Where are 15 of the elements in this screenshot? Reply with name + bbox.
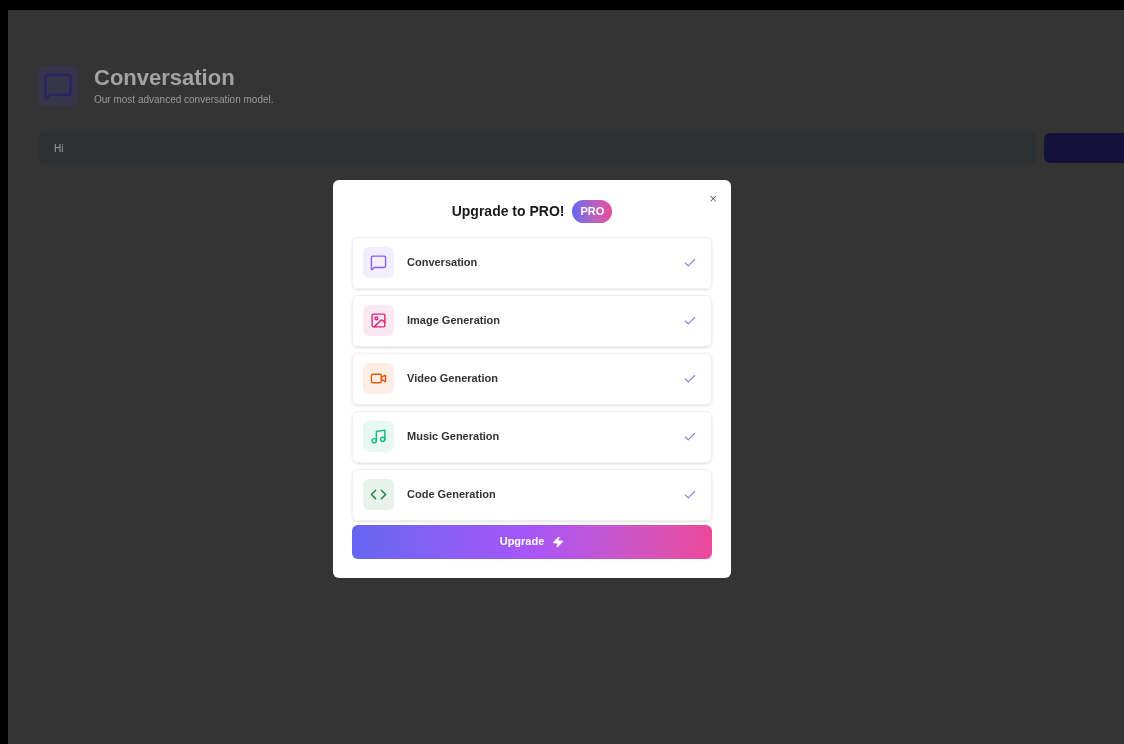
feature-label: Video Generation bbox=[407, 371, 499, 387]
close-button[interactable]: × bbox=[709, 192, 717, 205]
dialog-title: Upgrade to PRO! bbox=[451, 201, 565, 221]
lightning-icon bbox=[552, 535, 565, 548]
prompt-input-field[interactable]: Hi bbox=[38, 131, 1036, 165]
feature-label: Conversation bbox=[407, 255, 479, 271]
submit-button[interactable] bbox=[1044, 133, 1124, 163]
feature-label: Music Generation bbox=[407, 429, 501, 445]
speech-bubble-icon bbox=[38, 65, 78, 106]
feature-label: Code Generation bbox=[407, 487, 497, 503]
upgrade-button[interactable]: Upgrade bbox=[352, 524, 712, 559]
page-title: Conversation bbox=[94, 64, 236, 92]
page-subtitle: Our most advanced conversation model. bbox=[94, 93, 274, 107]
feature-label: Image Generation bbox=[407, 313, 501, 329]
pro-badge: PRO bbox=[572, 200, 613, 223]
